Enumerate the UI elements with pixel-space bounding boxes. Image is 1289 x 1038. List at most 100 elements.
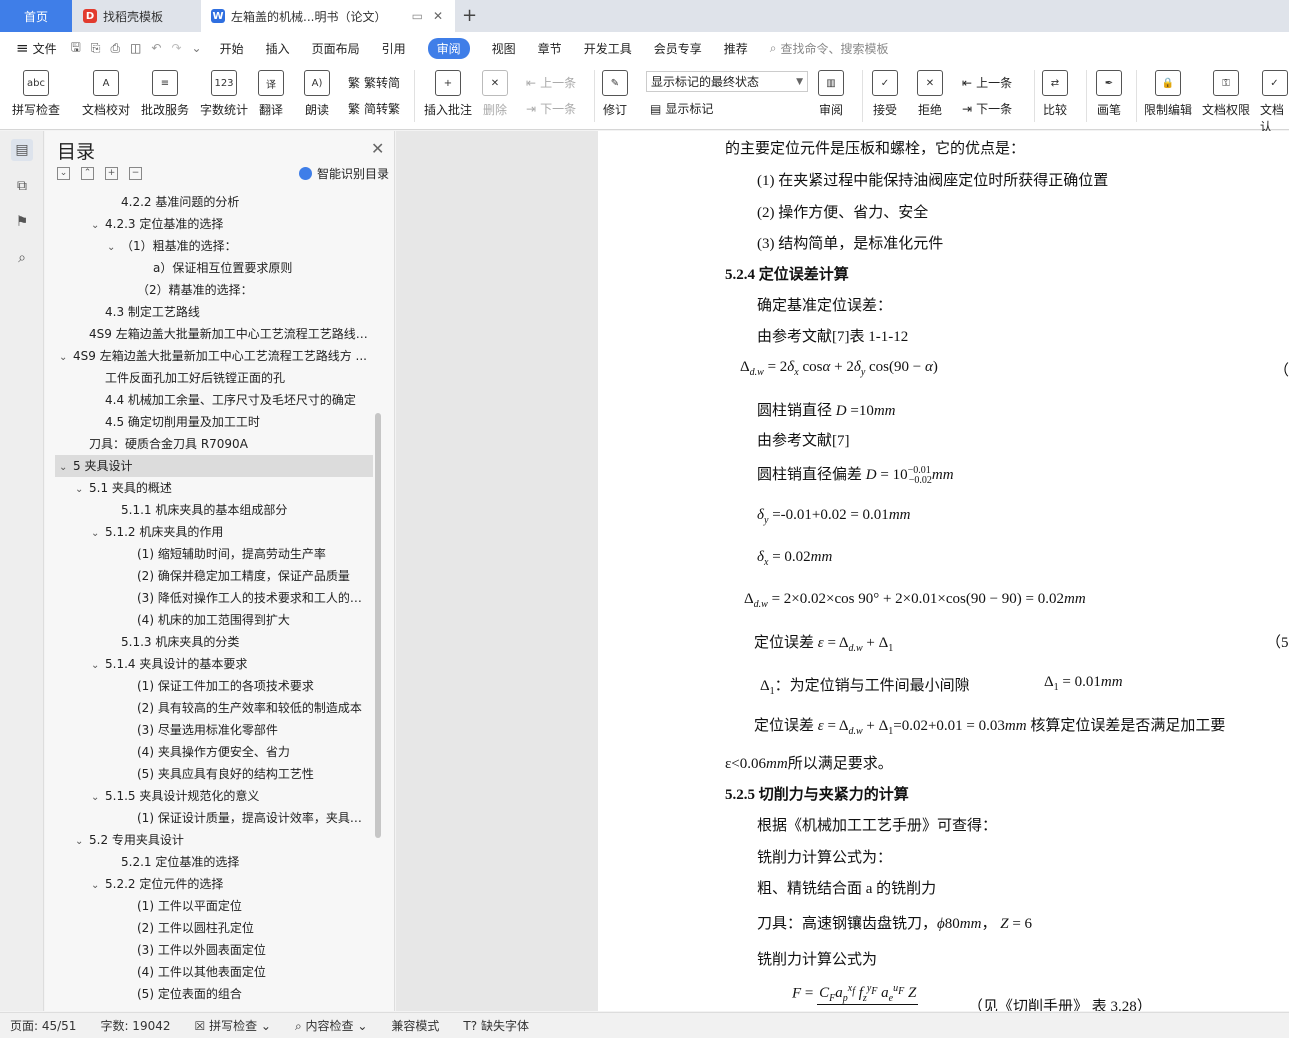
- toc-item[interactable]: (4) 夹具操作方便安全、省力: [55, 741, 373, 763]
- close-icon[interactable]: ✕: [371, 139, 384, 158]
- tab-templates[interactable]: D 找稻壳模板: [73, 0, 200, 32]
- content-check-status[interactable]: ⌕ 内容检查 ⌄: [295, 1017, 367, 1034]
- spellcheck-status[interactable]: ☒ 拼写检查 ⌄: [195, 1017, 271, 1034]
- toc-item[interactable]: ⌄ （1）粗基准的选择：: [55, 235, 373, 257]
- proofread-button[interactable]: A 文档校对: [82, 70, 130, 118]
- chevron-down-icon[interactable]: ⌄: [192, 41, 202, 55]
- toc-item[interactable]: 4.2.2 基准问题的分析: [55, 191, 373, 213]
- toc-item[interactable]: ⌄ 4.2.3 定位基准的选择: [55, 213, 373, 235]
- toc-item[interactable]: （2）精基准的选择：: [55, 279, 373, 301]
- page-indicator[interactable]: 页面: 45/51: [10, 1017, 76, 1034]
- toc-item[interactable]: ⌄ 5 夹具设计: [55, 455, 373, 477]
- hamburger-icon[interactable]: ≡: [16, 39, 29, 57]
- toc-item[interactable]: 5.1.1 机床夹具的基本组成部分: [55, 499, 373, 521]
- chevron-down-icon[interactable]: ⌄: [75, 831, 89, 851]
- review-pane-button[interactable]: ▥ 审阅: [818, 70, 844, 118]
- search-icon[interactable]: ⌕: [11, 247, 33, 269]
- bookmark-icon[interactable]: ⚑: [11, 211, 33, 233]
- doc-certify-button[interactable]: ✓ 文档认: [1260, 70, 1289, 135]
- toc-item[interactable]: (1) 保证设计质量，提高设计效率，夹具设 ...: [55, 807, 373, 829]
- toc-item[interactable]: 刀具：硬质合金刀具 R7090A: [55, 433, 373, 455]
- toc-item[interactable]: (4) 机床的加工范围得到扩大: [55, 609, 373, 631]
- accept-button[interactable]: ✓ 接受: [872, 70, 898, 118]
- toc-item[interactable]: ⌄ 5.1.4 夹具设计的基本要求: [55, 653, 373, 675]
- menu-view[interactable]: 视图: [492, 40, 516, 57]
- chevron-down-icon[interactable]: ⌄: [59, 457, 73, 477]
- toc-item[interactable]: (2) 具有较高的生产效率和较低的制造成本: [55, 697, 373, 719]
- menu-dev-tools[interactable]: 开发工具: [584, 40, 632, 57]
- chevron-down-icon[interactable]: ⌄: [91, 215, 105, 235]
- menu-file[interactable]: 文件: [33, 40, 57, 57]
- toc-item[interactable]: (2) 工件以圆柱孔定位: [55, 917, 373, 939]
- toc-item[interactable]: 5.1.3 机床夹具的分类: [55, 631, 373, 653]
- simp-to-trad-button[interactable]: 繁简转繁: [348, 100, 400, 117]
- next-comment-button[interactable]: ⇥ 下一条: [526, 100, 576, 117]
- toc-item[interactable]: 4S9 左箱边盖大批量新加工中心工艺流程工艺路线方 ...: [55, 323, 373, 345]
- menu-reference[interactable]: 引用: [382, 40, 406, 57]
- menu-review[interactable]: 审阅: [427, 37, 470, 59]
- insert-comment-button[interactable]: + 插入批注: [424, 70, 472, 118]
- menu-layout[interactable]: 页面布局: [312, 40, 360, 57]
- toc-item[interactable]: ⌄ 5.2 专用夹具设计: [55, 829, 373, 851]
- read-aloud-button[interactable]: A) 朗读: [304, 70, 330, 118]
- toc-item[interactable]: 工件反面孔加工好后铣镗正面的孔: [55, 367, 373, 389]
- command-search-input[interactable]: 查找命令、搜索模板: [780, 40, 888, 57]
- toc-item[interactable]: 4.3 制定工艺路线: [55, 301, 373, 323]
- toc-item[interactable]: (4) 工件以其他表面定位: [55, 961, 373, 983]
- toc-item[interactable]: 5.2.1 定位基准的选择: [55, 851, 373, 873]
- toc-item[interactable]: (3) 工件以外圆表面定位: [55, 939, 373, 961]
- track-changes-button[interactable]: ✎ 修订: [602, 70, 628, 118]
- toc-item[interactable]: ⌄ 5.1.5 夹具设计规范化的意义: [55, 785, 373, 807]
- menu-insert[interactable]: 插入: [266, 40, 290, 57]
- export-pdf-icon[interactable]: ⎘: [91, 41, 101, 56]
- toc-nav-icon[interactable]: ▤: [11, 139, 33, 161]
- smart-toc-button[interactable]: 智能识别目录: [299, 165, 389, 182]
- menu-start[interactable]: 开始: [220, 40, 244, 57]
- missing-font-status[interactable]: T? 缺失字体: [463, 1017, 529, 1034]
- toc-item[interactable]: (3) 尽量选用标准化零部件: [55, 719, 373, 741]
- menu-chapter[interactable]: 章节: [538, 40, 562, 57]
- toc-item[interactable]: (1) 缩短辅助时间，提高劳动生产率: [55, 543, 373, 565]
- spellcheck-button[interactable]: abc 拼写检查: [12, 70, 60, 118]
- toc-scrollbar[interactable]: [375, 413, 381, 838]
- chevron-down-icon[interactable]: ⌄: [107, 237, 121, 257]
- toc-item[interactable]: ⌄ 5.1.2 机床夹具的作用: [55, 521, 373, 543]
- redo-icon[interactable]: ↷: [171, 41, 181, 55]
- save-icon[interactable]: 🖫: [71, 38, 81, 59]
- toc-item[interactable]: a）保证相互位置要求原则: [55, 257, 373, 279]
- document-page[interactable]: 的主要定位元件是压板和螺栓，它的优点是： (1) 在夹紧过程中能保持油阀座定位时…: [598, 131, 1289, 1011]
- trad-to-simp-button[interactable]: 繁繁转简: [348, 74, 400, 91]
- tab-restore-icon[interactable]: ▭: [412, 9, 423, 23]
- add-heading-icon[interactable]: +: [105, 167, 118, 180]
- toc-item[interactable]: 4.5 确定切削用量及加工工时: [55, 411, 373, 433]
- undo-icon[interactable]: ↶: [151, 41, 161, 55]
- tab-home[interactable]: 首页: [0, 0, 72, 32]
- toc-item[interactable]: (5) 夹具应具有良好的结构工艺性: [55, 763, 373, 785]
- markup-state-select[interactable]: 显示标记的最终状态 ▼: [646, 71, 808, 92]
- toc-item[interactable]: (1) 工件以平面定位: [55, 895, 373, 917]
- chevron-down-icon[interactable]: ⌄: [91, 655, 105, 675]
- toc-item[interactable]: ⌄ 5.1 夹具的概述: [55, 477, 373, 499]
- toc-item[interactable]: (3) 降低对操作工人的技术要求和工人的劳 ...: [55, 587, 373, 609]
- chapter-nav-icon[interactable]: ⧉: [11, 175, 33, 197]
- next-change-button[interactable]: ⇥ 下一条: [962, 100, 1012, 117]
- print-preview-icon[interactable]: ◫: [130, 41, 141, 55]
- chevron-down-icon[interactable]: ⌄: [91, 787, 105, 807]
- translate-button[interactable]: 译翻译: [258, 70, 284, 118]
- delete-comment-button[interactable]: ✕ 删除: [482, 70, 508, 118]
- restrict-edit-button[interactable]: 🔒 限制编辑: [1144, 70, 1192, 118]
- new-tab-button[interactable]: +: [462, 5, 477, 26]
- tab-document[interactable]: W 左箱盖的机械...明书（论文） ▭ ✕: [201, 0, 455, 32]
- toc-item[interactable]: (5) 定位表面的组合: [55, 983, 373, 1005]
- compare-button[interactable]: ⇄ 比较: [1042, 70, 1068, 118]
- chevron-down-icon[interactable]: ⌄: [91, 523, 105, 543]
- menu-recommend[interactable]: 推荐: [724, 40, 748, 57]
- show-markup-button[interactable]: ▤ 显示标记: [650, 100, 713, 117]
- batch-service-button[interactable]: ≡ 批改服务: [141, 70, 189, 118]
- doc-rights-button[interactable]: ⚿ 文档权限: [1202, 70, 1250, 118]
- close-icon[interactable]: ✕: [433, 9, 443, 23]
- pen-button[interactable]: ✒ 画笔: [1096, 70, 1122, 118]
- expand-up-icon[interactable]: ⌃: [81, 167, 94, 180]
- chevron-down-icon[interactable]: ⌄: [91, 875, 105, 895]
- collapse-all-icon[interactable]: ⌄: [57, 167, 70, 180]
